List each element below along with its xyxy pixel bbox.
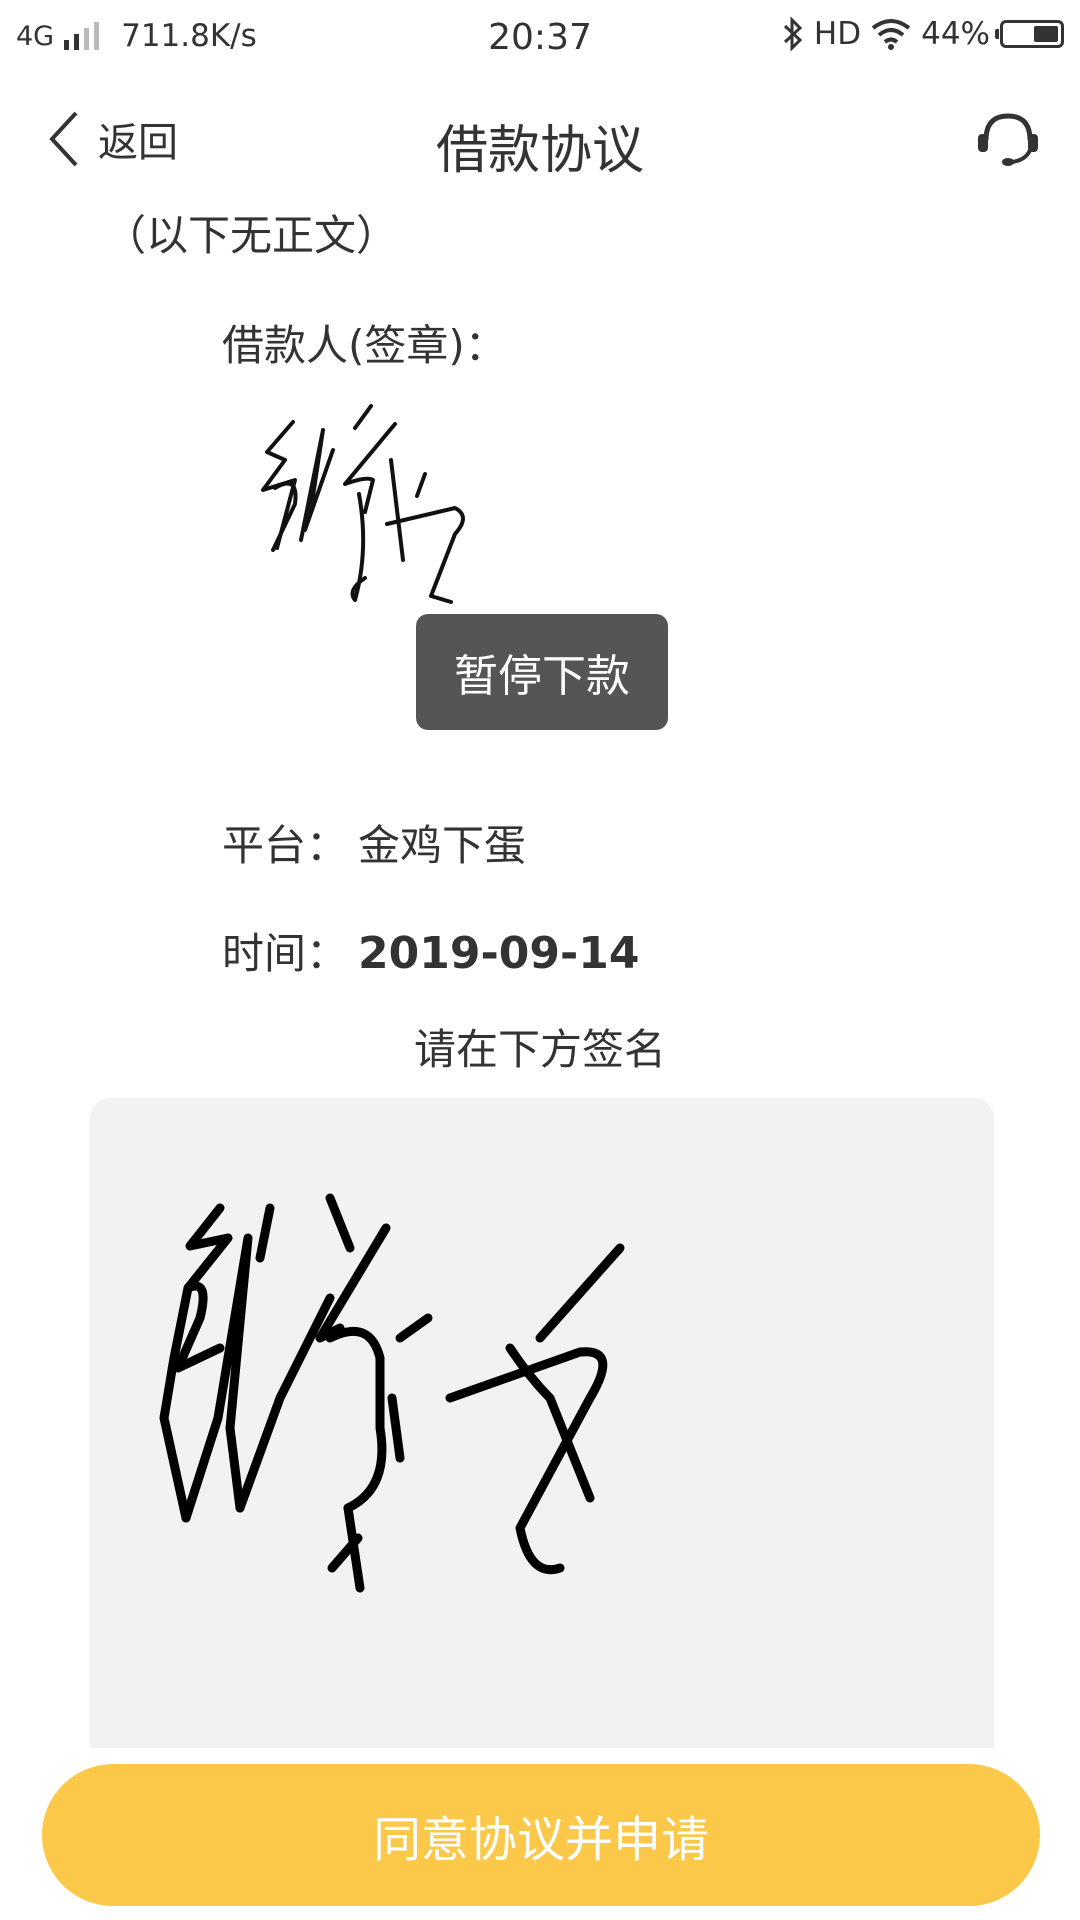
headset-icon [978,113,1038,166]
customer-service-button[interactable] [974,110,1042,174]
signature-stroke-image [159,1193,625,1593]
borrower-signature-image [261,404,465,604]
agree-and-apply-button[interactable]: 同意协议并申请 [42,1764,1040,1906]
sign-hint: 请在下方签名 [413,1025,666,1074]
nav-bar: 返回 借款协议 [0,90,1080,190]
loan-agreement-page: 4G 711.8K/s 20:37 HD 44% 返回 借款协议 （以下无正文）… [0,0,1080,1920]
wifi-icon [871,19,911,50]
battery-icon [995,20,1064,48]
date-value: 2019-09-14 [358,928,640,979]
no-body-text: （以下无正文） [104,211,399,260]
platform-label: 平台： [222,821,349,870]
bluetooth-icon [783,16,803,52]
back-button[interactable]: 返回 [48,110,178,168]
toast-message: 暂停下款 [416,614,668,730]
signature-pad[interactable] [90,1098,994,1748]
status-right: HD 44% [782,16,1064,52]
platform-row: 平台： 金鸡下蛋 [222,812,526,873]
back-label: 返回 [98,120,178,166]
battery-percent: 44% [921,16,990,52]
borrower-signature-label: 借款人(签章)： [222,321,507,370]
time-row: 时间： 2019-09-14 [222,920,639,981]
platform-value: 金鸡下蛋 [358,821,527,870]
time-label: 时间： [222,929,349,978]
hd-indicator: HD [813,16,862,52]
chevron-left-icon [49,111,78,167]
status-bar: 4G 711.8K/s 20:37 HD 44% [0,0,1080,76]
